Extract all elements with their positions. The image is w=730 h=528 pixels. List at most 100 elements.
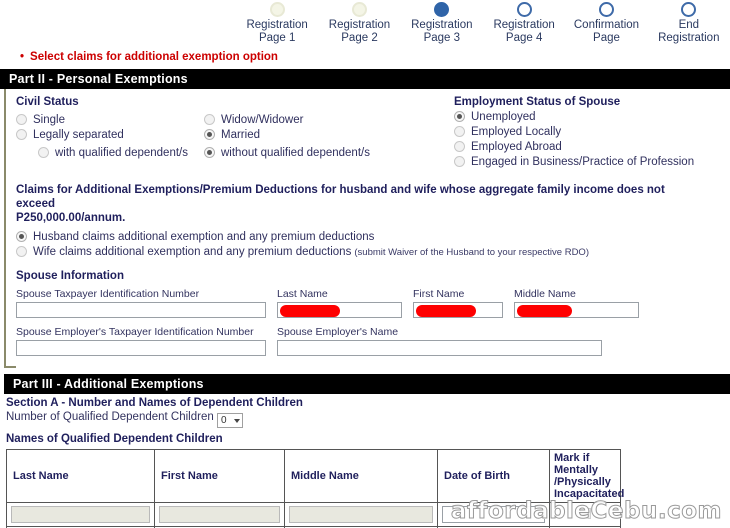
cell-last-name [6, 502, 155, 527]
dependents-column-left: with qualified dependent/s [16, 144, 204, 162]
radio-legally-separated-icon[interactable] [16, 129, 27, 140]
child-date-of-birth-input[interactable] [442, 506, 545, 523]
spouse-employer-name-input[interactable] [277, 340, 602, 356]
radio-widow-widower-label: Widow/Widower [221, 114, 304, 126]
instruction-message: • Select claims for additional exemption … [20, 51, 730, 63]
radio-row-widow-widower[interactable]: Widow/Widower [204, 114, 434, 126]
redaction-bar [280, 305, 340, 317]
step-label-line1: End [678, 19, 700, 31]
step-registration-page-2[interactable]: Registration Page 2 [318, 2, 400, 45]
spouse-employer-tin-input[interactable] [16, 340, 266, 356]
radio-employed-locally-label: Employed Locally [471, 126, 562, 138]
number-of-children-label: Number of Qualified Dependent Children [6, 411, 214, 423]
spouse-middle-name-input[interactable] [514, 302, 639, 318]
step-label: End Registration [648, 19, 730, 45]
column-header-incapacitated: Mark if Mentally /Physically Incapacitat… [549, 449, 624, 503]
spouse-first-name-input[interactable] [413, 302, 503, 318]
radio-employed-locally-icon[interactable] [454, 126, 465, 137]
step-label-line2: Registration [658, 32, 720, 44]
dependent-children-table: Last Name First Name Middle Name Date of… [6, 449, 624, 528]
step-label-line2: Page 1 [258, 32, 296, 44]
radio-row-wife-claims[interactable]: Wife claims additional exemption and any… [16, 246, 730, 258]
radio-engaged-in-business-icon[interactable] [454, 156, 465, 167]
table-row [6, 502, 621, 527]
incapacitated-line1: Mark if Mentally [554, 452, 599, 476]
radio-row-legally-separated[interactable]: Legally separated [16, 129, 204, 141]
radio-married-label: Married [221, 129, 260, 141]
radio-row-without-qualified-dependents[interactable]: without qualified dependent/s [204, 147, 434, 159]
child-last-name-input[interactable] [11, 506, 150, 523]
step-confirmation-page[interactable]: Confirmation Page [565, 2, 647, 45]
step-registration-page-4[interactable]: Registration Page 4 [483, 2, 565, 45]
spouse-employer-row: Spouse Employer's Taxpayer Identificatio… [16, 326, 730, 356]
step-registration-page-3[interactable]: Registration Page 3 [401, 2, 483, 45]
spouse-name-row: Spouse Taxpayer Identification Number La… [16, 288, 730, 318]
radio-without-qualified-dependents-icon[interactable] [204, 147, 215, 158]
radio-row-married[interactable]: Married [204, 129, 434, 141]
step-label-line2: Page 4 [505, 32, 543, 44]
spouse-tin-label: Spouse Taxpayer Identification Number [16, 288, 200, 300]
column-header-first-name: First Name [154, 449, 285, 503]
redaction-bar [517, 305, 572, 317]
civil-status-heading: Civil Status [16, 96, 79, 108]
number-of-children-select[interactable]: 0 [216, 413, 243, 428]
part-2-body: Civil Status Single Legally separated Wi… [4, 89, 730, 368]
status-columns: Civil Status Single Legally separated Wi… [16, 95, 730, 171]
spouse-tin-field: Spouse Taxpayer Identification Number [16, 288, 271, 318]
child-incapacitated-checkbox[interactable] [579, 507, 591, 519]
bullet-icon: • [20, 51, 25, 63]
spouse-employer-name-field: Spouse Employer's Name [277, 326, 607, 356]
section-a-heading: Section A - Number and Names of Dependen… [6, 397, 303, 409]
step-circle-icon [516, 2, 532, 17]
step-label-line1: Registration [411, 19, 473, 31]
radio-row-husband-claims[interactable]: Husband claims additional exemption and … [16, 231, 730, 243]
radio-with-qualified-dependents-label: with qualified dependent/s [55, 147, 188, 159]
step-end-registration[interactable]: End Registration [648, 2, 730, 45]
radio-widow-widower-icon[interactable] [204, 114, 215, 125]
radio-row-employed-abroad[interactable]: Employed Abroad [454, 141, 694, 153]
step-label-line1: Registration [328, 19, 391, 31]
spouse-middle-name-label: Middle Name [514, 288, 576, 300]
dependents-column-right: without qualified dependent/s [204, 144, 434, 162]
spouse-tin-input[interactable] [16, 302, 266, 318]
radio-single-icon[interactable] [16, 114, 27, 125]
step-circle-icon [351, 2, 367, 17]
names-of-children-heading: Names of Qualified Dependent Children [6, 433, 223, 445]
step-circle-icon [269, 2, 285, 17]
step-circle-icon [681, 2, 697, 17]
radio-legally-separated-label: Legally separated [33, 129, 124, 141]
radio-unemployed-icon[interactable] [454, 111, 465, 122]
spouse-last-name-input[interactable] [277, 302, 402, 318]
incapacitated-line2: /Physically [554, 476, 611, 488]
radio-row-employed-locally[interactable]: Employed Locally [454, 126, 694, 138]
step-label: Registration Page 2 [318, 19, 400, 45]
step-label-line1: Confirmation [573, 19, 640, 31]
radio-employed-abroad-icon[interactable] [454, 141, 465, 152]
radio-wife-claims-icon[interactable] [16, 246, 27, 257]
radio-husband-claims-label: Husband claims additional exemption and … [33, 231, 375, 243]
radio-row-with-qualified-dependents[interactable]: with qualified dependent/s [38, 147, 204, 159]
spouse-first-name-label: First Name [413, 288, 465, 300]
radio-row-unemployed[interactable]: Unemployed [454, 111, 694, 123]
civil-status-column-right: Widow/Widower Married [204, 111, 434, 144]
spouse-employer-tin-label: Spouse Employer's Taxpayer Identificatio… [16, 326, 254, 338]
step-label-line1: Registration [246, 19, 308, 31]
child-first-name-input[interactable] [159, 506, 280, 523]
employment-status-heading: Employment Status of Spouse [454, 96, 621, 108]
step-registration-page-1[interactable]: Registration Page 1 [236, 2, 318, 45]
radio-row-single[interactable]: Single [16, 114, 204, 126]
step-label-line2: Page [593, 32, 620, 44]
radio-married-icon[interactable] [204, 129, 215, 140]
radio-row-engaged-in-business[interactable]: Engaged in Business/Practice of Professi… [454, 156, 694, 168]
part-3-header: Part III - Additional Exemptions [4, 374, 730, 394]
claims-paragraph: Claims for Additional Exemptions/Premium… [16, 183, 706, 225]
child-middle-name-input[interactable] [289, 506, 433, 523]
number-of-children-row: Number of Qualified Dependent Children 0 [6, 411, 730, 428]
step-label: Confirmation Page [565, 19, 647, 45]
cell-incapacitated [549, 502, 621, 527]
radio-with-qualified-dependents-icon[interactable] [38, 147, 49, 158]
radio-unemployed-label: Unemployed [471, 111, 536, 123]
cell-date-of-birth [437, 502, 550, 527]
radio-engaged-in-business-label: Engaged in Business/Practice of Professi… [471, 156, 695, 168]
radio-husband-claims-icon[interactable] [16, 231, 27, 242]
